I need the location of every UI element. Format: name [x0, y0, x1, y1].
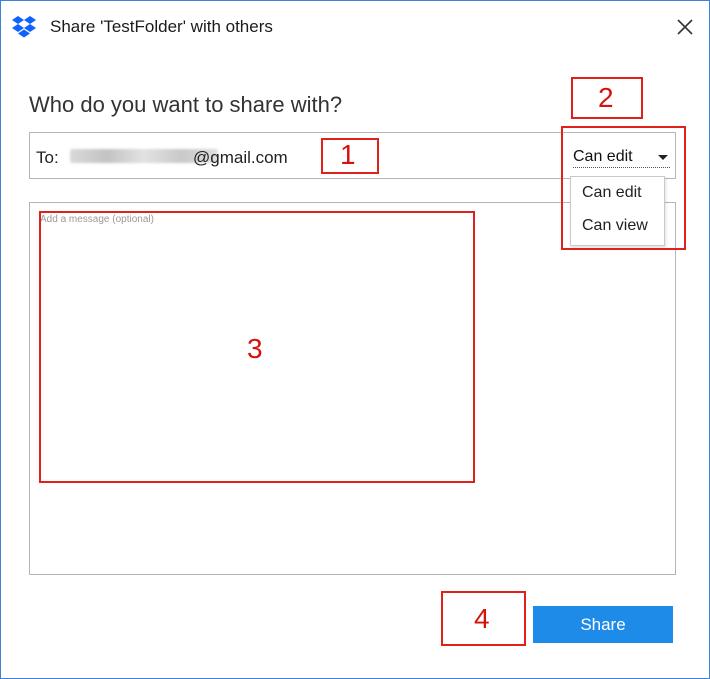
title-bar: Share 'TestFolder' with others	[1, 1, 709, 53]
share-heading: Who do you want to share with?	[29, 92, 343, 117]
close-icon[interactable]	[669, 11, 701, 43]
to-label: To:	[36, 148, 59, 167]
share-button[interactable]: Share	[533, 606, 673, 643]
annotation-number-1: 1	[340, 139, 356, 170]
email-domain-text: @gmail.com	[193, 148, 288, 167]
dropbox-logo-icon	[11, 16, 37, 38]
window-title: Share 'TestFolder' with others	[50, 17, 273, 36]
annotation-number-3: 3	[247, 333, 263, 364]
annotation-number-4: 4	[474, 603, 490, 634]
annotation-box-dropdown	[561, 126, 686, 250]
annotation-number-2: 2	[598, 82, 614, 113]
